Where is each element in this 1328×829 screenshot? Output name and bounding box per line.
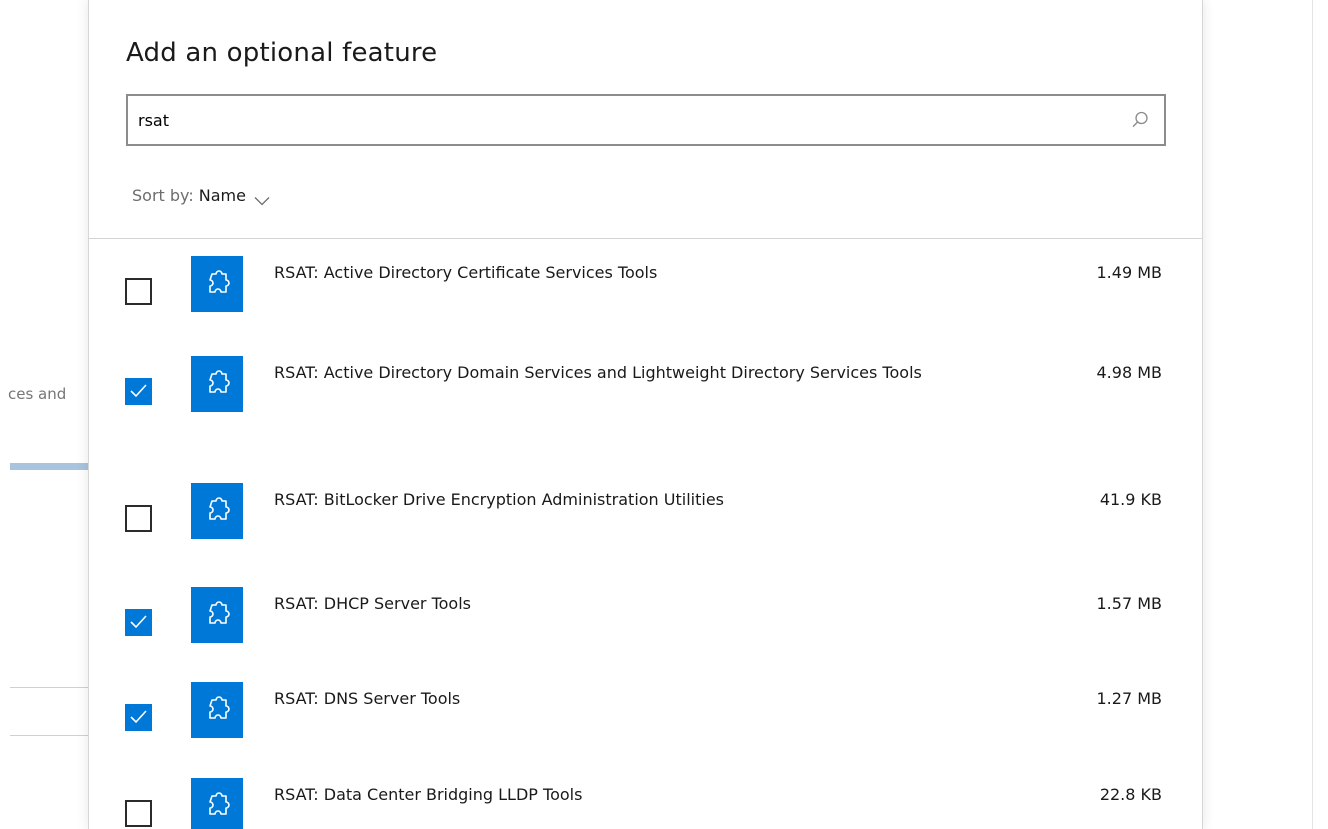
feature-checkbox[interactable]	[125, 800, 152, 827]
background-window-right	[1203, 0, 1328, 829]
search-box[interactable]	[126, 94, 1166, 146]
feature-name: RSAT: DNS Server Tools	[274, 689, 461, 708]
search-input[interactable]	[138, 104, 1098, 136]
puzzle-icon	[191, 483, 243, 539]
dialog-title: Add an optional feature	[126, 38, 438, 68]
search-icon[interactable]	[1130, 110, 1150, 130]
puzzle-icon	[191, 256, 243, 312]
feature-name: RSAT: BitLocker Drive Encryption Adminis…	[274, 490, 724, 509]
list-divider	[89, 238, 1202, 239]
puzzle-icon	[191, 587, 243, 643]
add-optional-feature-dialog: Add an optional feature Sort by: Name RS…	[88, 0, 1203, 829]
background-window-left: ces and	[0, 0, 88, 829]
sort-label: Sort by:	[132, 186, 194, 205]
feature-size: 4.98 MB	[1096, 363, 1163, 382]
feature-checkbox[interactable]	[125, 378, 152, 405]
background-divider	[10, 735, 88, 736]
feature-checkbox[interactable]	[125, 704, 152, 731]
feature-size: 1.57 MB	[1096, 594, 1163, 613]
feature-size: 1.49 MB	[1096, 263, 1163, 282]
background-scroll-edge	[1312, 0, 1313, 829]
feature-size: 22.8 KB	[1099, 785, 1162, 804]
sort-value[interactable]: Name	[199, 186, 246, 205]
background-divider	[10, 687, 88, 688]
feature-name: RSAT: Data Center Bridging LLDP Tools	[274, 785, 583, 804]
background-text: ces and	[8, 385, 67, 403]
puzzle-icon	[191, 356, 243, 412]
feature-size: 1.27 MB	[1096, 689, 1163, 708]
feature-name: RSAT: Active Directory Certificate Servi…	[274, 263, 658, 282]
chevron-down-icon[interactable]	[254, 191, 270, 205]
puzzle-icon	[191, 778, 243, 829]
feature-name: RSAT: Active Directory Domain Services a…	[274, 363, 922, 382]
feature-size: 41.9 KB	[1099, 490, 1162, 509]
feature-checkbox[interactable]	[125, 609, 152, 636]
feature-checkbox[interactable]	[125, 505, 152, 532]
feature-checkbox[interactable]	[125, 278, 152, 305]
puzzle-icon	[191, 682, 243, 738]
background-progress-bar	[10, 463, 88, 470]
sort-control[interactable]: Sort by: Name	[132, 186, 270, 205]
feature-name: RSAT: DHCP Server Tools	[274, 594, 471, 613]
